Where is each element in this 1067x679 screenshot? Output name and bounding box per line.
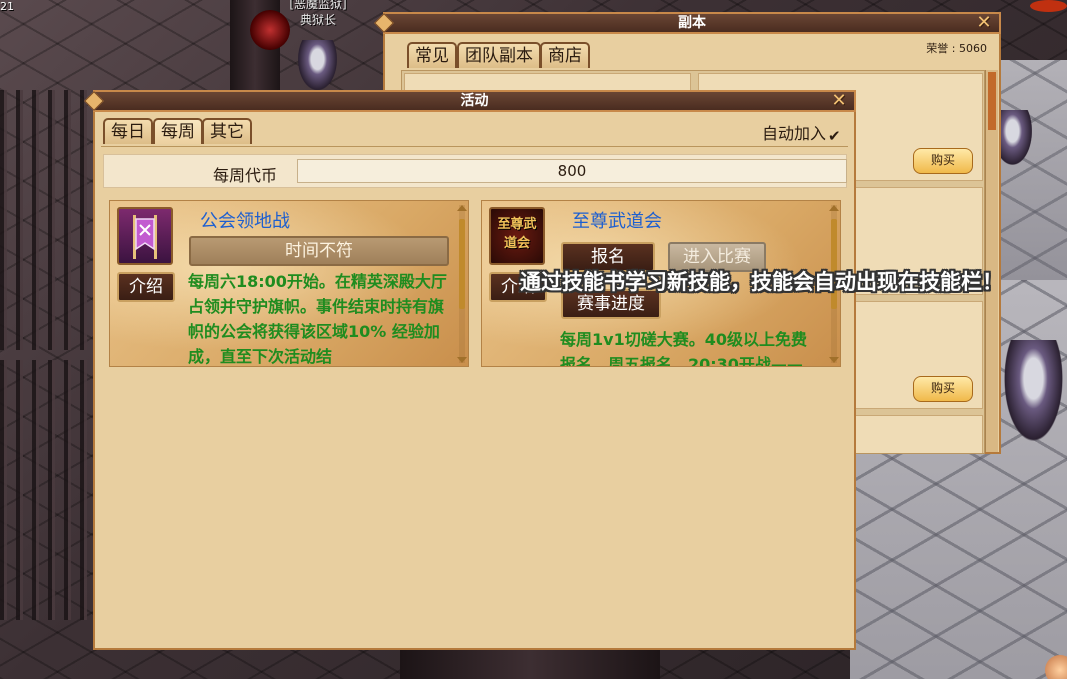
weekly-token-row: 每周代币 800 bbox=[103, 154, 847, 188]
event-status-badge: 时间不符 bbox=[189, 236, 449, 266]
weekly-token-label: 每周代币 bbox=[213, 166, 278, 185]
scrollbar-thumb[interactable] bbox=[988, 72, 996, 130]
tournament-emblem-text: 至尊武道会 bbox=[497, 217, 537, 251]
activity-title: 活动 bbox=[460, 93, 489, 109]
iron-fence bbox=[0, 360, 95, 620]
scroll-up-icon[interactable] bbox=[829, 205, 839, 211]
intro-button[interactable]: 介绍 bbox=[117, 272, 175, 302]
tab-shop[interactable]: 商店 bbox=[540, 42, 590, 68]
activity-titlebar[interactable]: 活动 ✕ bbox=[84, 90, 856, 112]
auto-join-toggle[interactable]: 自动加入 ✔ bbox=[762, 120, 842, 144]
scroll-down-icon[interactable] bbox=[457, 357, 467, 363]
buy-button[interactable]: 购买 bbox=[913, 376, 973, 402]
tournament-emblem-icon: 至尊武道会 bbox=[489, 207, 545, 265]
honor-value: 荣誉 : 5060 bbox=[926, 42, 987, 55]
guild-banner-icon bbox=[117, 207, 173, 265]
rubble bbox=[400, 650, 660, 679]
auto-join-label: 自动加入 bbox=[761, 124, 826, 143]
tab-weekly[interactable]: 每周 bbox=[153, 118, 203, 144]
weekly-token-value: 800 bbox=[297, 159, 847, 183]
event-title: 至尊武道会 bbox=[572, 211, 662, 232]
demon-statue bbox=[250, 10, 290, 50]
dungeon-title: 副本 bbox=[678, 15, 706, 31]
iron-fence bbox=[0, 90, 95, 350]
divider bbox=[101, 146, 848, 147]
event-description: 每周六18:00开始。在精英深殿大厅占领并守护旗帜。事件结束时持有旗帜的公会将获… bbox=[188, 272, 447, 366]
tab-common[interactable]: 常见 bbox=[407, 42, 457, 68]
auto-join-checkbox-icon[interactable]: ✔ bbox=[828, 129, 842, 144]
warden-sprite[interactable] bbox=[295, 40, 340, 95]
npc-name: 典狱长 bbox=[299, 13, 336, 27]
activity-close-button[interactable]: ✕ bbox=[830, 92, 848, 110]
scrollbar-thumb[interactable] bbox=[459, 219, 465, 309]
buy-button[interactable]: 购买 bbox=[913, 148, 973, 174]
system-tip-banner: 通过技能书学习新技能，技能会自动出现在技能栏！ bbox=[520, 270, 1003, 294]
tab-team-dungeon[interactable]: 团队副本 bbox=[457, 42, 541, 68]
scroll-down-icon[interactable] bbox=[829, 357, 839, 363]
tab-daily[interactable]: 每日 bbox=[103, 118, 153, 144]
npc-nameplate: [恶魔监狱] 典狱长 bbox=[286, 0, 350, 28]
event-description: 每周1v1切磋大赛。40级以上免费报名，周五报名，20:30开战—— bbox=[560, 330, 807, 367]
event-title: 公会领地战 bbox=[200, 211, 290, 232]
tab-other[interactable]: 其它 bbox=[202, 118, 252, 144]
npc-guild: [恶魔监狱] bbox=[289, 0, 347, 11]
activity-window: 活动 ✕ 每日 每周 其它 自动加入 ✔ 每周代币 800 公会领地战 时间不符 … bbox=[84, 90, 856, 650]
stone-floor-upper bbox=[990, 60, 1067, 280]
scroll-up-icon[interactable] bbox=[457, 205, 467, 211]
dungeon-close-button[interactable]: ✕ bbox=[975, 14, 993, 32]
dungeon-titlebar[interactable]: 副本 ✕ bbox=[374, 12, 1001, 34]
flame-effect bbox=[1030, 0, 1067, 12]
event-card-guild-war[interactable]: 公会领地战 时间不符 介绍 每周六18:00开始。在精英深殿大厅占领并守护旗帜。… bbox=[109, 200, 469, 367]
shop-scrollbar[interactable] bbox=[985, 70, 998, 452]
skeleton-knight-sprite[interactable] bbox=[1000, 340, 1067, 450]
corner-counter: 21 bbox=[0, 0, 14, 13]
card-scrollbar[interactable] bbox=[457, 205, 467, 363]
player-portrait[interactable] bbox=[1045, 655, 1067, 679]
